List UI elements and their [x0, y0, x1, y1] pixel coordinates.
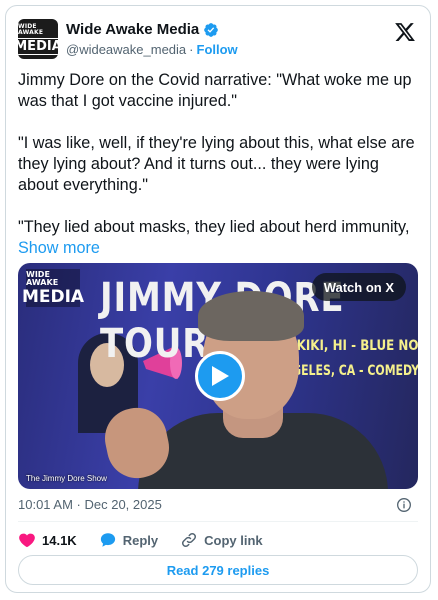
watch-on-x-button[interactable]: Watch on X	[311, 273, 406, 301]
tweet-header: WIDE AWAKE MEDIA Wide Awake Media @widea…	[18, 19, 418, 61]
video-player[interactable]: JIMMY DORE TOUR WIDE AWAKE MEDIA AIKIKI,…	[18, 263, 418, 489]
copy-link-button[interactable]: Copy link	[180, 531, 263, 549]
reply-bubble-icon	[100, 533, 115, 547]
separator: ·	[189, 42, 194, 57]
tweet-text: Jimmy Dore on the Covid narrative: "What…	[18, 70, 416, 259]
avatar[interactable]: WIDE AWAKE MEDIA	[18, 19, 58, 59]
heart-icon	[19, 533, 35, 548]
read-replies-button[interactable]: Read 279 replies	[18, 555, 418, 585]
divider	[18, 521, 418, 522]
watermark-text-top: WIDE AWAKE	[26, 269, 59, 287]
avatar-text-bottom: MEDIA	[18, 37, 58, 55]
copy-link-label: Copy link	[204, 532, 263, 548]
speaker-hair	[198, 291, 304, 341]
tour-date-1: AIKIKI, HI - BLUE NOTE	[283, 338, 418, 354]
link-icon	[182, 532, 197, 548]
tweet-paragraph-1: Jimmy Dore on the Covid narrative: "What…	[18, 71, 412, 110]
name-row: Wide Awake Media	[66, 21, 219, 38]
verified-badge-icon	[204, 22, 219, 37]
tweet-card: WIDE AWAKE MEDIA Wide Awake Media @widea…	[5, 5, 431, 593]
like-count: 14.1K	[42, 532, 77, 548]
tour-date-2: NGELES, CA - COMEDY STORE	[283, 363, 418, 379]
handle[interactable]: @wideawake_media	[66, 42, 186, 57]
reply-button[interactable]: Reply	[99, 531, 158, 549]
watermark-text-bottom: MEDIA	[21, 286, 85, 307]
follow-button[interactable]: Follow	[197, 42, 238, 57]
tweet-timestamp[interactable]: 10:01 AM · Dec 20, 2025	[18, 497, 162, 512]
tweet-paragraph-3-text: "They lied about masks, they lied about …	[18, 218, 410, 236]
like-button[interactable]: 14.1K	[18, 531, 77, 549]
tweet-paragraph-3: "They lied about masks, they lied about …	[18, 217, 416, 259]
play-button[interactable]	[195, 351, 245, 401]
x-logo-icon[interactable]	[394, 21, 416, 43]
display-name[interactable]: Wide Awake Media	[66, 21, 199, 38]
play-icon	[212, 366, 229, 386]
handle-row: @wideawake_media · Follow	[66, 42, 238, 57]
reply-label: Reply	[122, 532, 159, 548]
video-watermark-logo: WIDE AWAKE MEDIA	[22, 269, 84, 307]
show-more-link[interactable]: Show more	[18, 239, 100, 257]
video-caption: The Jimmy Dore Show	[26, 474, 107, 483]
tweet-paragraph-2: "I was like, well, if they're lying abou…	[18, 134, 415, 194]
avatar-text-top: WIDE AWAKE	[18, 22, 44, 36]
action-bar: 14.1K Reply Copy link	[18, 530, 285, 550]
info-icon[interactable]	[396, 497, 412, 513]
